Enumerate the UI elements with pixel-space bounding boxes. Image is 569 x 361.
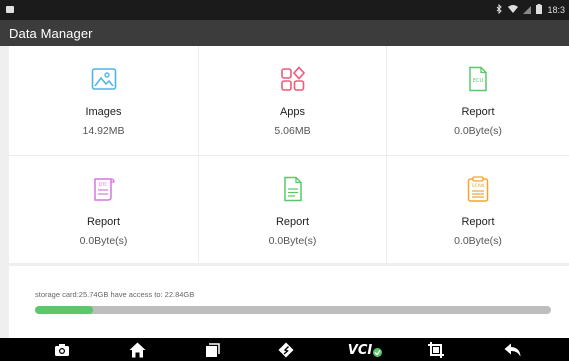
notification-icon (6, 6, 14, 13)
category-size: 14.92MB (82, 125, 125, 137)
title-bar: Data Manager (0, 20, 569, 46)
clock: 18:3 (547, 5, 565, 15)
apps-icon (280, 66, 306, 92)
category-label: Report (461, 216, 495, 228)
category-dtc-report[interactable]: DTC Report 0.0Byte(s) (9, 156, 199, 263)
signal-icon (523, 5, 532, 16)
storage-label: storage card:25.74GB have access to: 22.… (35, 290, 195, 299)
dtc-text: DTC (98, 182, 107, 188)
status-bar: 18:3 (0, 0, 569, 20)
document-report-icon (280, 176, 306, 202)
battery-icon (536, 4, 543, 16)
vci-icon[interactable]: VCI (347, 341, 383, 359)
recent-apps-icon[interactable] (203, 341, 221, 359)
dtc-report-icon: DTC (91, 176, 117, 202)
repair-icon[interactable] (277, 341, 295, 359)
category-scan-report[interactable]: SCAN Report 0.0Byte(s) (387, 156, 569, 263)
category-label: Report (86, 216, 121, 228)
category-label: Report (275, 216, 310, 228)
category-size: 0.0Byte(s) (268, 235, 317, 247)
ecu-text: ECU (473, 78, 484, 84)
image-icon (91, 66, 117, 92)
category-label: Apps (279, 106, 306, 118)
category-images[interactable]: Images 14.92MB (9, 46, 199, 156)
camera-icon[interactable] (53, 341, 71, 359)
vci-check-icon (373, 347, 383, 357)
category-label: Images (85, 106, 122, 118)
status-icons: 18:3 (496, 3, 565, 16)
storage-panel: storage card:25.74GB have access to: 22.… (9, 266, 569, 338)
storage-progress-fill (35, 306, 94, 314)
scan-text: SCAN (472, 183, 484, 189)
category-size: 0.0Byte(s) (79, 235, 128, 247)
category-label: Report (461, 106, 495, 118)
category-size: 0.0Byte(s) (454, 125, 502, 137)
category-ecu-report[interactable]: ECU Report 0.0Byte(s) (387, 46, 569, 156)
wifi-icon (508, 4, 519, 16)
scan-report-icon: SCAN (465, 176, 491, 202)
category-apps[interactable]: Apps 5.06MB (199, 46, 387, 156)
category-document-report[interactable]: Report 0.0Byte(s) (199, 156, 387, 263)
storage-progress-bar (35, 306, 551, 314)
back-icon[interactable] (503, 341, 521, 359)
ecu-report-icon: ECU (465, 66, 491, 92)
vci-label: VCI (347, 342, 373, 358)
bluetooth-icon (496, 3, 503, 16)
navigation-bar: VCI (0, 338, 569, 361)
category-size: 5.06MB (274, 125, 311, 137)
category-size: 0.0Byte(s) (454, 235, 502, 247)
category-grid: Images 14.92MB Apps 5.06MB ECU Report 0.… (9, 46, 569, 263)
page-title: Data Manager (9, 26, 93, 41)
home-icon[interactable] (128, 341, 146, 359)
screenshot-icon[interactable] (427, 341, 445, 359)
